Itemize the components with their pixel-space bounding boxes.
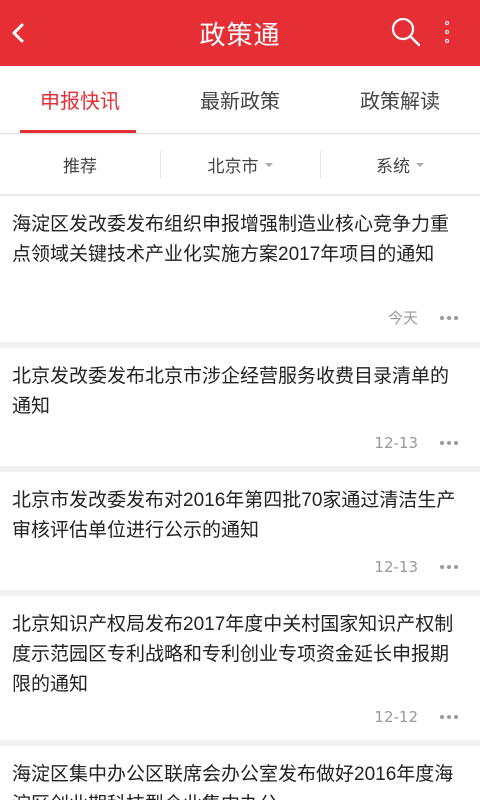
search-icon: [391, 17, 421, 47]
title-bar: 政策通: [0, 0, 480, 66]
caret-down-icon: [264, 162, 273, 167]
article-list: 海淀区发改委发布组织申报增强制造业核心竞争力重点领域关键技术产业化实施方案201…: [0, 196, 480, 800]
page-title: 政策通: [199, 20, 281, 51]
list-item[interactable]: 北京知识产权局发布2017年度中关村国家知识产权制度示范园区专利战略和专利创业专…: [0, 596, 480, 740]
filter-label: 系统: [376, 157, 410, 177]
tab-bar: 申报快讯 最新政策 政策解读: [0, 66, 480, 134]
filter-bar: 推荐 北京市 系统: [0, 135, 480, 195]
article-meta: 今天: [388, 307, 458, 328]
article-meta: 12-12: [374, 708, 458, 726]
filter-label: 北京市: [207, 157, 259, 177]
article-title: 北京发改委发布北京市涉企经营服务收费目录清单的通知: [12, 366, 450, 417]
article-date: 今天: [387, 309, 418, 327]
article-date: 12-13: [374, 434, 418, 452]
article-date: 12-13: [374, 558, 418, 576]
more-actions-icon[interactable]: [440, 565, 458, 569]
article-title: 北京市发改委发布对2016年第四批70家通过清洁生产审核评估单位进行公示的通知: [12, 490, 456, 541]
more-actions-icon[interactable]: [440, 441, 458, 445]
article-title: 海淀区集中办公区联席会办公室发布做好2016年度海淀区创业期科技型企业集中办公: [12, 764, 454, 800]
list-item[interactable]: 北京市发改委发布对2016年第四批70家通过清洁生产审核评估单位进行公示的通知 …: [0, 472, 480, 590]
filter-label: 推荐: [63, 157, 97, 177]
more-dot-icon: [445, 39, 449, 43]
article-date: 12-12: [374, 708, 418, 726]
tab-policy-interpretation[interactable]: 政策解读: [320, 66, 480, 133]
more-dot-icon: [445, 21, 449, 25]
tab-latest-policy[interactable]: 最新政策: [160, 66, 320, 133]
more-dot-icon: [445, 30, 449, 34]
filter-recommend[interactable]: 推荐: [0, 135, 160, 194]
article-title: 海淀区发改委发布组织申报增强制造业核心竞争力重点领域关键技术产业化实施方案201…: [12, 214, 450, 265]
tab-application-news[interactable]: 申报快讯: [0, 66, 160, 133]
article-meta: 12-13: [374, 434, 458, 452]
caret-down-icon: [416, 162, 424, 167]
more-actions-icon[interactable]: [440, 315, 458, 320]
list-item[interactable]: 海淀区发改委发布组织申报增强制造业核心竞争力重点领域关键技术产业化实施方案201…: [0, 196, 480, 342]
more-options-button[interactable]: [432, 11, 462, 53]
filter-system-dropdown[interactable]: 系统: [320, 135, 480, 194]
search-button[interactable]: [388, 14, 424, 50]
list-item[interactable]: 海淀区集中办公区联席会办公室发布做好2016年度海淀区创业期科技型企业集中办公: [0, 746, 480, 800]
list-item[interactable]: 北京发改委发布北京市涉企经营服务收费目录清单的通知 12-13: [0, 348, 480, 466]
article-meta: 12-13: [374, 558, 458, 576]
back-button[interactable]: [2, 9, 34, 57]
filter-city-dropdown[interactable]: 北京市: [160, 135, 320, 194]
chevron-left-icon: [12, 23, 24, 43]
more-actions-icon[interactable]: [440, 715, 458, 719]
article-title: 北京知识产权局发布2017年度中关村国家知识产权制度示范园区专利战略和专利创业专…: [12, 614, 454, 695]
